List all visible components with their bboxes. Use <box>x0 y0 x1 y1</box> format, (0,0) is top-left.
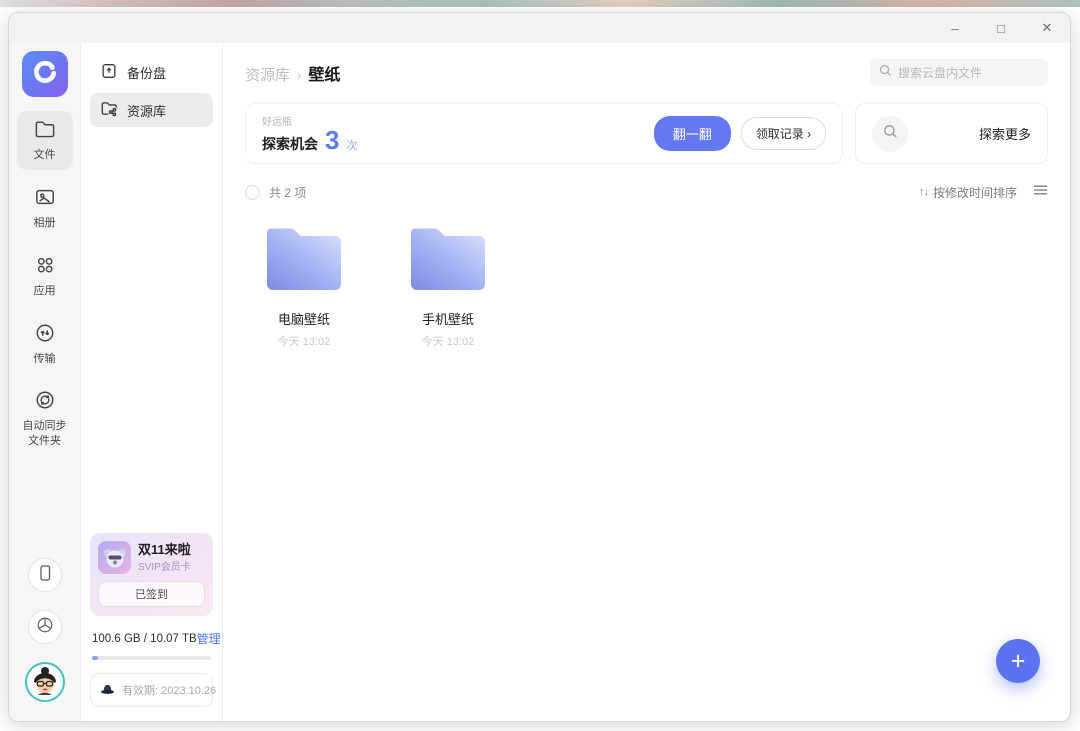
sidebar-item-label: 相册 <box>33 216 56 229</box>
mobile-app-button[interactable] <box>27 558 62 592</box>
explore-search-circle <box>872 115 909 152</box>
sidebar-item-library[interactable]: 资源库 <box>90 93 213 127</box>
promo-title: 双11来啦 <box>138 541 191 557</box>
sidebar-item-files[interactable]: 文件 <box>16 111 73 170</box>
folder-icon <box>404 223 492 300</box>
library-folder-icon <box>100 100 118 120</box>
lucky-bottle-tag: 好运瓶 <box>262 117 292 128</box>
sidebar-item-label: 传输 <box>33 352 56 365</box>
main-content: 资源库 › 壁纸 好运瓶 <box>223 43 1070 721</box>
search-box[interactable] <box>870 59 1048 86</box>
explore-chances-label: 探索机会 <box>262 136 318 152</box>
app-body: 文件 相册 应用 传输 自动同步文件夹 备份盘 资源库 双11来啦 SVIP会员… <box>9 43 1070 721</box>
breadcrumb: 资源库 › 壁纸 <box>245 61 340 85</box>
folder-item[interactable]: 电脑壁纸 今天 13:02 <box>259 223 349 349</box>
sidebar: 备份盘 资源库 双11来啦 SVIP会员卡 已签到 100.6 GB / 10.… <box>81 43 223 721</box>
folder-icon <box>34 119 56 144</box>
desktop-wallpaper-strip <box>0 0 1080 7</box>
quick-access-button[interactable] <box>27 610 62 644</box>
promo-mascot-image <box>98 541 131 574</box>
select-all-checkbox[interactable] <box>245 184 260 200</box>
cloud-c-icon <box>30 57 60 92</box>
sidebar-item-label: 自动同步文件夹 <box>22 420 67 448</box>
list-view-icon[interactable] <box>1033 183 1048 201</box>
user-avatar[interactable] <box>24 662 65 707</box>
breadcrumb-parent[interactable]: 资源库 <box>245 64 290 85</box>
close-button[interactable]: ✕ <box>1024 13 1070 43</box>
sidebar-item-albums[interactable]: 相册 <box>17 179 73 238</box>
chances-count: 3 <box>325 125 340 155</box>
folder-icon <box>260 223 348 300</box>
dial-icon <box>36 616 54 639</box>
hat-icon <box>100 683 115 698</box>
storage-section: 100.6 GB / 10.07 TB 管理 <box>90 616 221 660</box>
sidebar-item-label: 资源库 <box>127 103 167 119</box>
nav-rail: 文件 相册 应用 传输 自动同步文件夹 <box>9 43 81 721</box>
minimize-button[interactable]: – <box>932 13 978 43</box>
validity-label: 有效期: 2023.10.26 <box>122 685 217 697</box>
explore-more-label[interactable]: 探索更多 <box>979 124 1031 143</box>
promo-subtitle: SVIP会员卡 <box>138 562 191 574</box>
folder-name: 手机壁纸 <box>421 312 474 327</box>
manage-storage-link[interactable]: 管理 <box>197 630 221 647</box>
storage-usage-text: 100.6 GB / 10.07 TB <box>92 632 197 645</box>
promo-card[interactable]: 双11来啦 SVIP会员卡 已签到 <box>90 533 213 616</box>
sort-button[interactable]: ↑↓ 按修改时间排序 <box>919 184 1017 201</box>
app-window: – □ ✕ 文件 相册 应用 传输 自动同步文件夹 备份盘 资源库 双11来啦 … <box>8 12 1071 722</box>
chances-unit: 次 <box>346 140 358 152</box>
sync-icon <box>34 390 56 415</box>
sidebar-item-label: 应用 <box>33 284 56 297</box>
lucky-bottle-card: 好运瓶 探索机会 3 次 翻一翻 领取记录 › <box>245 103 844 164</box>
sidebar-item-transfer[interactable]: 传输 <box>17 315 73 374</box>
sidebar-item-label: 备份盘 <box>127 66 167 81</box>
storage-progress-fill <box>92 656 98 660</box>
flip-button[interactable]: 翻一翻 <box>653 116 731 151</box>
folder-modified-time: 今天 13:02 <box>277 336 331 348</box>
sidebar-item-apps[interactable]: 应用 <box>17 247 73 306</box>
sort-label: 按修改时间排序 <box>932 185 1017 200</box>
add-button[interactable]: + <box>996 639 1040 683</box>
checked-in-button[interactable]: 已签到 <box>98 581 205 607</box>
sort-arrows-icon: ↑↓ <box>918 186 929 198</box>
search-icon <box>879 64 892 82</box>
sidebar-item-autosync[interactable]: 自动同步文件夹 <box>17 382 73 456</box>
transfer-icon <box>34 323 56 348</box>
list-header: 共 2 项 ↑↓ 按修改时间排序 <box>245 183 1048 201</box>
backup-drive-icon <box>100 62 118 83</box>
sidebar-item-label: 文件 <box>33 149 56 161</box>
app-logo <box>21 51 68 97</box>
storage-progress-bar <box>92 656 211 660</box>
search-input[interactable] <box>898 65 1039 80</box>
claim-record-button[interactable]: 领取记录 › <box>740 117 827 150</box>
folder-item[interactable]: 手机壁纸 今天 13:02 <box>403 223 493 349</box>
titlebar: – □ ✕ <box>9 13 1070 43</box>
explore-card[interactable]: 探索更多 <box>855 103 1048 164</box>
maximize-button[interactable]: □ <box>978 13 1024 43</box>
folder-name: 电脑壁纸 <box>277 312 330 327</box>
photo-icon <box>34 187 56 212</box>
breadcrumb-separator: › <box>297 67 302 83</box>
folder-modified-time: 今天 13:02 <box>421 336 475 348</box>
membership-validity[interactable]: 有效期: 2023.10.26 <box>90 673 217 707</box>
folder-grid: 电脑壁纸 今天 13:02 手机壁纸 今天 13:02 <box>245 223 1048 349</box>
sidebar-item-backup-drive[interactable]: 备份盘 <box>90 55 213 90</box>
breadcrumb-current: 壁纸 <box>308 66 341 84</box>
phone-icon <box>37 564 53 587</box>
item-count-label: 共 2 项 <box>269 185 307 200</box>
apps-grid-icon <box>34 255 56 280</box>
search-icon <box>883 124 898 144</box>
